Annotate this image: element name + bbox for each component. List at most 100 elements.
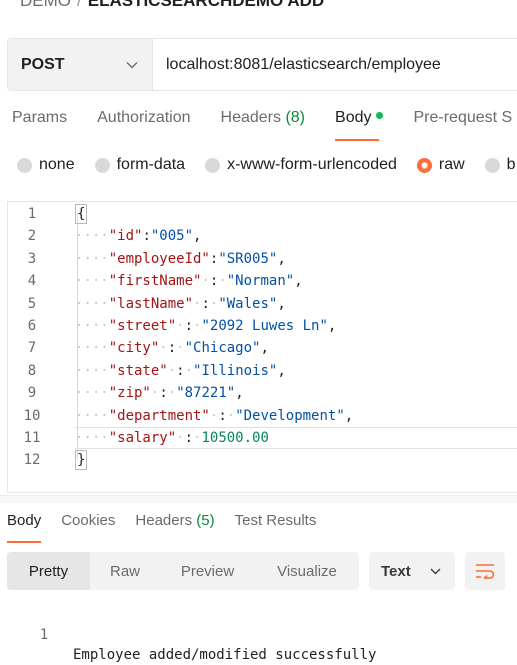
comma: , (260, 340, 269, 357)
json-key: "employeeId" (108, 250, 210, 267)
code-content: ····"zip"·:·"87221", (75, 382, 244, 404)
breadcrumb-current: ELASTICSEARCHDEMO ADD (87, 0, 325, 10)
response-headers-count: (5) (196, 512, 215, 529)
json-value: "Wales" (218, 295, 278, 312)
format-select[interactable]: Text (369, 552, 455, 590)
whitespace-markers: ···· (75, 295, 109, 312)
tab-authorization-label: Authorization (97, 109, 191, 126)
line-number: 10 (23, 407, 41, 424)
json-key: "id" (108, 228, 143, 245)
tab-prerequest-script[interactable]: Pre-request S (413, 109, 512, 139)
request-bar: POST localhost:8081/elasticsearch/employ… (7, 38, 517, 91)
code-content: ····"id":"005", (75, 225, 201, 247)
body-type-raw-label: raw (438, 156, 465, 173)
response-tab-body-label: Body (7, 512, 42, 529)
radio-binary[interactable] (484, 157, 500, 173)
response-tab-cookies[interactable]: Cookies (61, 512, 115, 542)
body-type-urlencoded[interactable]: x-www-form-urlencoded (205, 156, 397, 174)
code-content: ····"salary"·:·10500.00 (75, 427, 269, 449)
view-visualize[interactable]: Visualize (255, 552, 359, 590)
tab-params[interactable]: Params (12, 109, 67, 139)
whitespace-markers: ···· (75, 273, 109, 290)
breadcrumb-parent[interactable]: DEMO (20, 0, 71, 10)
json-value: "SR005" (218, 250, 278, 267)
code-line: 5 ····"lastName"·:·"Wales", (8, 293, 517, 315)
code-content: } (75, 449, 88, 471)
response-tab-body[interactable]: Body (7, 512, 42, 543)
url-input[interactable]: localhost:8081/elasticsearch/employee (153, 39, 517, 90)
code-content: ····"employeeId":"SR005", (75, 248, 286, 270)
radio-raw[interactable] (416, 157, 432, 173)
json-value: "Chicago" (184, 340, 261, 357)
colon-separator: ·:· (159, 340, 185, 357)
wrap-lines-button[interactable] (465, 552, 505, 590)
colon-separator: : (142, 228, 151, 245)
json-key: "lastName" (108, 295, 194, 312)
json-key: "city" (108, 340, 160, 357)
code-content: ····"lastName"·:·"Wales", (75, 293, 286, 315)
line-number: 12 (23, 452, 41, 469)
whitespace-markers: ···· (75, 228, 109, 245)
json-value: 10500.00 (201, 430, 269, 446)
whitespace-markers: ···· (75, 250, 109, 267)
json-value: "Development" (235, 407, 345, 424)
view-mode-selector: Pretty Raw Preview Visualize (7, 552, 359, 590)
code-line: 7 ····"city"·:·"Chicago", (8, 337, 517, 359)
tab-authorization[interactable]: Authorization (97, 109, 190, 139)
colon-separator: ·:· (150, 385, 177, 402)
comma: , (277, 250, 286, 267)
body-editor[interactable]: 1{2 ····"id":"005", 3 ····"employeeId":"SR0… (7, 201, 517, 493)
json-key: "state" (108, 362, 168, 379)
view-preview[interactable]: Preview (160, 552, 255, 590)
colon-separator: ·:· (176, 430, 202, 446)
close-brace: } (75, 450, 88, 471)
body-type-binary[interactable]: b (484, 156, 516, 174)
tab-headers[interactable]: Headers (8) (221, 109, 306, 139)
whitespace-markers: ···· (75, 407, 109, 424)
body-type-none[interactable]: none (17, 156, 75, 174)
method-label: POST (21, 55, 65, 73)
code-line: 3 ····"employeeId":"SR005", (8, 248, 517, 270)
radio-urlencoded[interactable] (205, 157, 221, 173)
response-tab-headers[interactable]: Headers (5) (135, 512, 214, 542)
code-line: 9 ····"zip"·:·"87221", (8, 382, 517, 404)
json-value: "Norman" (226, 273, 295, 290)
body-indicator-dot (376, 112, 384, 120)
chevron-down-icon (126, 61, 138, 68)
tab-params-label: Params (12, 109, 68, 126)
view-raw[interactable]: Raw (90, 552, 160, 590)
response-text: Employee added/modified successfully (73, 647, 377, 663)
body-type-raw[interactable]: raw (416, 156, 465, 174)
code-line: 1{ (8, 203, 517, 225)
response-body-line: 1 Employee added/modified successfully (0, 605, 517, 663)
response-line-number: 1 (39, 627, 49, 643)
code-content: { (75, 203, 88, 225)
headers-count: (8) (285, 109, 306, 126)
line-number: 5 (27, 295, 37, 312)
body-type-form-data-label: form-data (116, 156, 186, 173)
body-type-form-data[interactable]: form-data (94, 156, 186, 174)
pane-divider[interactable] (0, 495, 517, 503)
line-number: 4 (27, 273, 37, 290)
json-key: "department" (108, 407, 210, 424)
comma: , (294, 273, 303, 290)
json-value: "Illinois" (193, 362, 278, 379)
line-number: 8 (27, 362, 37, 379)
json-key: "salary" (108, 430, 177, 446)
radio-form-data[interactable] (94, 157, 110, 173)
radio-none[interactable] (17, 157, 32, 173)
code-line: 10 ····"department"·:·"Development", (8, 405, 517, 427)
code-line: 4 ····"firstName"·:·"Norman", (8, 270, 517, 292)
response-tab-test-results[interactable]: Test Results (235, 512, 317, 542)
request-tabs: Params Authorization Headers (8) Body Pr… (12, 109, 517, 141)
view-pretty[interactable]: Pretty (7, 552, 90, 590)
whitespace-markers: ···· (75, 318, 109, 334)
colon-separator: ·:· (176, 318, 202, 334)
comma: , (327, 318, 337, 334)
response-tab-test-results-label: Test Results (234, 512, 317, 529)
code-line: 6 ····"street"·:·"2092 Luwes Ln", (8, 315, 517, 337)
tab-body[interactable]: Body (335, 109, 384, 141)
code-content: ····"department"·:·"Development", (75, 405, 353, 427)
line-number: 3 (27, 250, 37, 267)
method-select[interactable]: POST (8, 39, 153, 90)
